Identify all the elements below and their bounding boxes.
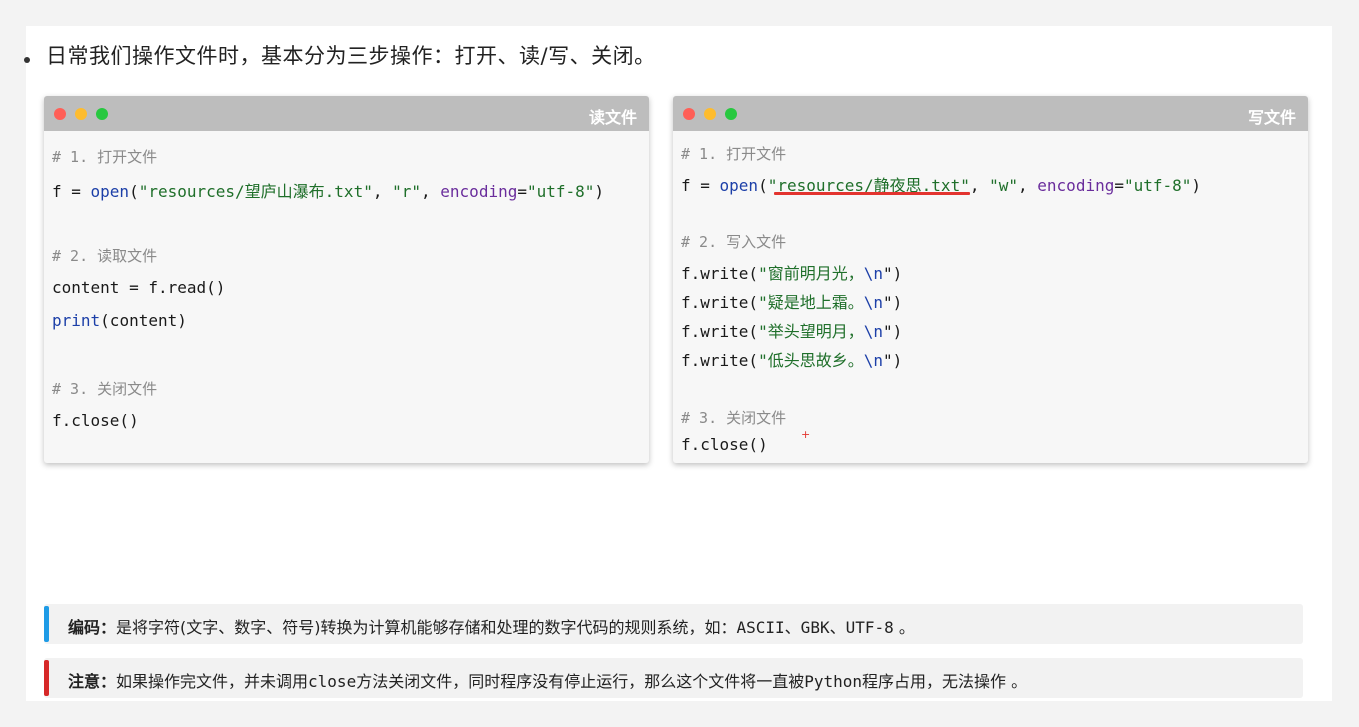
info-bar [44,606,49,642]
warning-bar [44,660,49,696]
window-title: 写文件 [1247,108,1296,127]
maximize-dot-icon [96,108,108,120]
maximize-dot-icon [725,108,737,120]
close-dot-icon [54,108,66,120]
code-comment: # 1. 打开文件 [52,148,158,166]
code-line: f.close() [681,435,768,454]
minimize-dot-icon [75,108,87,120]
read-file-code-window: 读文件 # 1. 打开文件 f = open("resources/望庐山瀑布.… [44,96,649,463]
write-file-code-window: 写文件 # 1. 打开文件 f = open("resources/静夜思.tx… [673,96,1308,463]
code-comment: # 3. 关闭文件 [52,380,158,398]
document-page: 日常我们操作文件时，基本分为三步操作：打开、读/写、关闭。 读文件 # 1. 打… [24,26,1332,701]
window-title: 读文件 [588,108,637,127]
section-heading: 日常我们操作文件时，基本分为三步操作：打开、读/写、关闭。 [46,44,656,68]
close-dot-icon [683,108,695,120]
plus-mark: + [801,428,811,441]
code-line: f.close() [52,411,139,430]
highlight-underline [774,192,970,195]
code-line: print(content) [52,311,187,330]
code-line: f.write("窗前明月光，\n") [681,264,903,283]
note-text: 注意：如果操作完文件，并未调用close方法关闭文件，同时程序没有停止运行，那么… [68,672,1028,691]
code-line: f = open("resources/望庐山瀑布.txt", "r", enc… [52,182,605,201]
warning-note: 注意：如果操作完文件，并未调用close方法关闭文件，同时程序没有停止运行，那么… [44,658,1303,698]
minimize-dot-icon [704,108,716,120]
code-comment: # 2. 读取文件 [52,247,158,265]
code-line: f.write("疑是地上霜。\n") [681,293,903,312]
code-line: f.write("举头望明月，\n") [681,322,903,341]
code-comment: # 1. 打开文件 [681,145,787,163]
code-comment: # 2. 写入文件 [681,233,787,251]
code-line: content = f.read() [52,278,226,297]
code-comment: # 3. 关闭文件 [681,409,787,427]
list-bullet [24,57,30,63]
window-titlebar: 写文件 [673,96,1308,131]
code-line: f.write("低头思故乡。\n") [681,351,903,370]
window-titlebar: 读文件 [44,96,649,131]
info-note: 编码：是将字符(文字、数字、符号)转换为计算机能够存储和处理的数字代码的规则系统… [44,604,1303,644]
note-text: 编码：是将字符(文字、数字、符号)转换为计算机能够存储和处理的数字代码的规则系统… [68,618,915,637]
